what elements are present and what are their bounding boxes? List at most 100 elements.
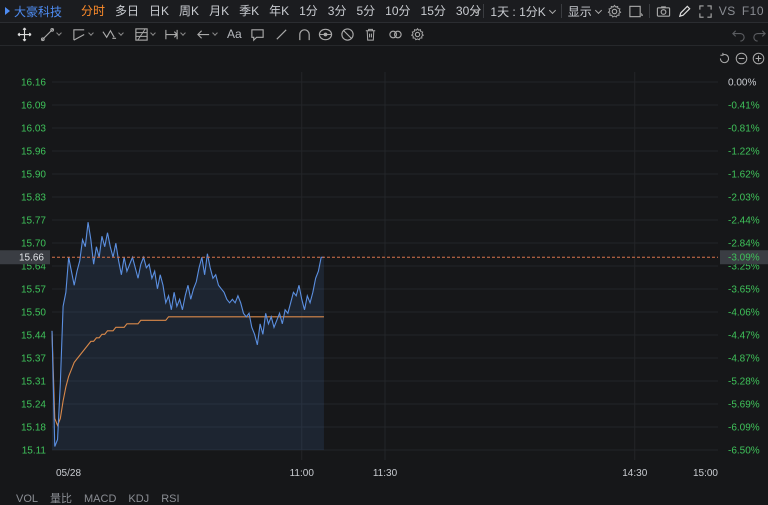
right-tick-label: -2.03% xyxy=(728,193,760,204)
multi-period-label: 1天 : 1分K xyxy=(490,4,546,19)
left-tick-label: 15.18 xyxy=(21,423,46,434)
crosshair-icon[interactable] xyxy=(17,26,32,42)
right-tick-label: -4.87% xyxy=(728,354,760,365)
period-tab-2[interactable]: 日K xyxy=(144,0,174,22)
indicator-tabs: VOL 量比 MACD KDJ RSI xyxy=(16,493,180,505)
arrow-tool-icon[interactable] xyxy=(196,26,218,42)
layout-square-icon[interactable] xyxy=(628,4,643,19)
play-caret-icon xyxy=(5,7,10,15)
right-tick-label: -2.84% xyxy=(728,239,760,250)
chart-area[interactable]: 16.16 16.09 16.03 15.96 15.90 15.83 15.77 15.70… xyxy=(0,46,768,486)
redo-icon[interactable] xyxy=(752,26,767,42)
right-tick-label: -0.41% xyxy=(728,101,760,112)
left-tick-label: 15.37 xyxy=(21,354,46,365)
right-tick-label: -6.50% xyxy=(728,446,760,457)
time-tick-label: 11:00 xyxy=(290,468,315,479)
chevron-down-icon xyxy=(88,30,94,36)
left-tick-label: 15.11 xyxy=(22,446,47,457)
right-tick-label: -5.69% xyxy=(728,400,760,411)
left-tick-label: 15.57 xyxy=(21,285,46,296)
period-tab-0[interactable]: 分时 xyxy=(76,0,110,22)
period-tabs: 分时 多日 日K 周K 月K 季K 年K 1分 3分 5分 10分 15分 30分 xyxy=(76,0,486,22)
left-tick-label: 16.09 xyxy=(21,101,46,112)
fullscreen-icon[interactable] xyxy=(698,4,713,19)
right-percent-axis: 0.00% -0.41% -0.81% -1.22% -1.62% -2.03% -2.44… xyxy=(728,78,760,457)
right-tick-label: -0.81% xyxy=(728,124,760,135)
chevron-down-icon xyxy=(150,30,156,36)
zoom-out-icon[interactable] xyxy=(735,52,748,65)
right-tick-label: -5.28% xyxy=(728,377,760,388)
measure-tool-icon[interactable] xyxy=(164,26,186,42)
settings-icon[interactable] xyxy=(410,26,425,42)
indicator-tab-2[interactable]: MACD xyxy=(84,493,116,505)
compare-vs-button[interactable]: VS xyxy=(719,4,736,18)
line-tool-icon[interactable] xyxy=(40,26,62,42)
left-tick-label: 15.70 xyxy=(21,239,46,250)
indicator-tab-4[interactable]: RSI xyxy=(161,493,179,505)
period-tab-4[interactable]: 月K xyxy=(204,0,234,22)
period-tab-9[interactable]: 5分 xyxy=(351,0,380,22)
indicator-tab-0[interactable]: VOL xyxy=(16,493,38,505)
left-tick-label: 15.90 xyxy=(21,170,46,181)
period-tab-7[interactable]: 1分 xyxy=(294,0,323,22)
left-price-axis: 16.16 16.09 16.03 15.96 15.90 15.83 15.77 15.70… xyxy=(21,78,46,457)
channel-tool-icon[interactable] xyxy=(72,26,94,42)
display-dropdown[interactable]: 显示 xyxy=(567,3,602,20)
settings-gear-icon[interactable] xyxy=(607,4,622,19)
arc-icon[interactable] xyxy=(297,26,312,42)
stock-name: 大豪科技 xyxy=(14,5,63,19)
right-tick-label: -2.44% xyxy=(728,216,760,227)
f10-button[interactable]: F10 xyxy=(742,4,764,18)
hide-icon[interactable] xyxy=(340,26,355,42)
right-tick-label: -4.47% xyxy=(728,331,760,342)
indicator-tab-3[interactable]: KDJ xyxy=(128,493,149,505)
pen-icon[interactable] xyxy=(274,26,289,42)
left-tick-label: 15.83 xyxy=(21,193,46,204)
period-tab-8[interactable]: 3分 xyxy=(323,0,352,22)
stock-name-link[interactable]: 大豪科技 xyxy=(5,3,62,20)
pattern-tool-icon[interactable] xyxy=(102,26,124,42)
period-tab-5[interactable]: 季K xyxy=(234,0,264,22)
period-tab-1[interactable]: 多日 xyxy=(110,0,144,22)
eye-icon[interactable] xyxy=(318,26,333,42)
zoom-in-icon[interactable] xyxy=(752,52,765,65)
left-tick-label: 16.16 xyxy=(21,78,46,89)
intraday-chart[interactable]: 16.16 16.09 16.03 15.96 15.90 15.83 15.77 15.70… xyxy=(0,46,768,486)
multi-period-dropdown[interactable]: 1天 : 1分K xyxy=(490,3,556,20)
period-tab-11[interactable]: 15分 xyxy=(416,0,451,22)
chevron-down-icon xyxy=(180,30,186,36)
time-tick-label: 14:30 xyxy=(622,468,647,479)
left-tick-label: 15.77 xyxy=(21,216,46,227)
text-tool-icon[interactable]: Aa xyxy=(227,26,242,42)
chevron-down-icon xyxy=(594,6,602,14)
time-axis: 05/28 11:00 11:30 14:30 15:00 xyxy=(56,468,718,479)
left-tick-label: 15.44 xyxy=(21,331,46,342)
left-tick-label: 15.96 xyxy=(21,147,46,158)
pencil-icon[interactable] xyxy=(677,4,692,19)
chevron-down-icon xyxy=(212,30,218,36)
current-pct-label: -3.09% xyxy=(728,253,760,264)
fib-tool-icon[interactable] xyxy=(134,26,156,42)
display-label: 显示 xyxy=(567,4,592,19)
divider xyxy=(648,4,650,18)
trash-icon[interactable] xyxy=(363,26,378,42)
right-tick-label: 0.00% xyxy=(728,78,756,89)
text-tool-label: Aa xyxy=(227,27,242,41)
period-tab-6[interactable]: 年K xyxy=(264,0,294,22)
period-tab-10[interactable]: 10分 xyxy=(380,0,415,22)
right-tick-label: -4.06% xyxy=(728,308,760,319)
comment-icon[interactable] xyxy=(250,26,265,42)
time-tick-label: 05/28 xyxy=(56,468,81,479)
reset-icon[interactable] xyxy=(718,52,731,65)
left-tick-label: 15.50 xyxy=(21,308,46,319)
drawing-toolbar: Aa xyxy=(0,23,768,46)
camera-icon[interactable] xyxy=(656,4,671,19)
divider xyxy=(560,4,562,18)
undo-icon[interactable] xyxy=(731,26,746,42)
period-tab-3[interactable]: 周K xyxy=(174,0,204,22)
left-tick-label: 15.31 xyxy=(21,377,46,388)
divider xyxy=(483,4,485,18)
link-icon[interactable] xyxy=(388,26,403,42)
chevron-down-icon[interactable] xyxy=(469,4,481,19)
indicator-tab-1[interactable]: 量比 xyxy=(50,493,72,505)
